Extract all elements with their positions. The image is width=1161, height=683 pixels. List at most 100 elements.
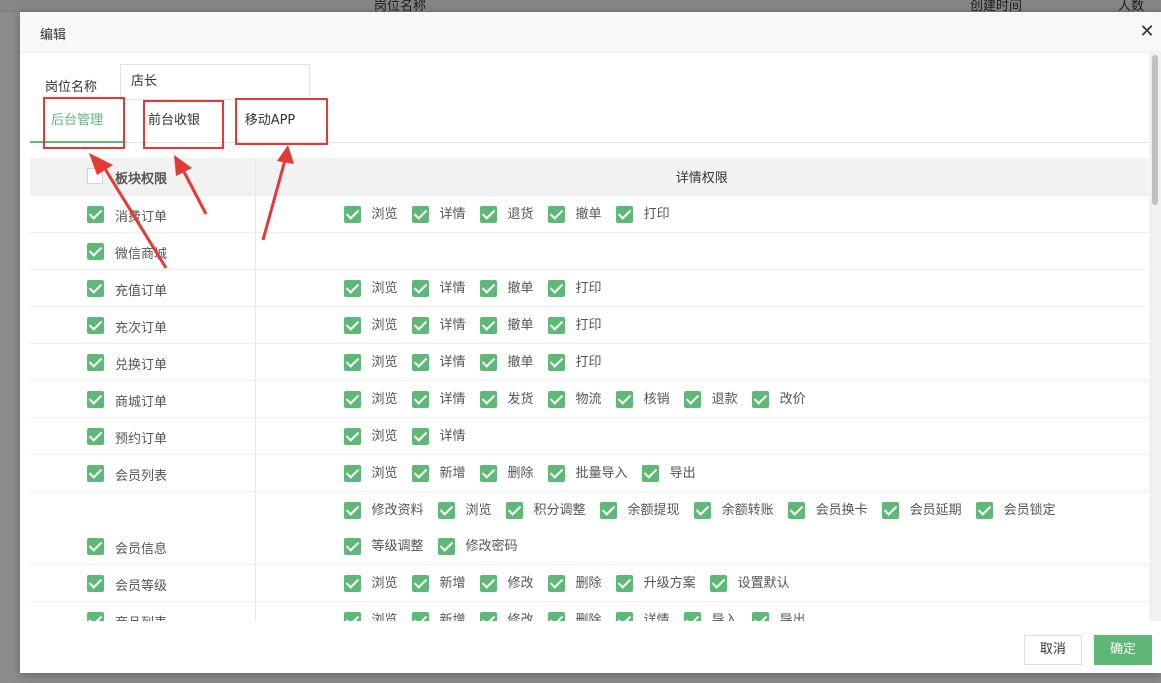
permission-checkbox[interactable]: 浏览 xyxy=(343,574,398,593)
permission-checkbox[interactable]: 撤单 xyxy=(479,316,534,335)
permission-label: 余额提现 xyxy=(627,502,680,518)
scrollbar-thumb[interactable] xyxy=(1152,55,1158,205)
checkmark-icon xyxy=(479,205,497,223)
permission-checkbox[interactable]: 删除 xyxy=(547,611,602,621)
permission-group: 浏览 详情 退货 撤单 打印 xyxy=(343,205,684,224)
permission-checkbox[interactable]: 浏览 xyxy=(343,390,398,409)
checkmark-icon xyxy=(87,574,104,592)
checkmark-icon xyxy=(615,205,633,223)
permission-group: 浏览 新增 修改 删除 详情 导入 导出 xyxy=(343,611,820,621)
module-cell: 会员信息 xyxy=(30,491,256,565)
permission-label: 打印 xyxy=(575,354,602,370)
permission-label: 会员换卡 xyxy=(815,502,868,518)
checkmark-icon xyxy=(87,242,104,260)
permission-checkbox[interactable]: 详情 xyxy=(411,353,466,372)
permission-checkbox[interactable]: 退货 xyxy=(479,205,534,224)
permission-checkbox[interactable]: 详情 xyxy=(411,427,466,446)
checkmark-icon xyxy=(87,537,104,555)
permission-row: 会员等级 浏览 新增 修改 删除 升级方案 设置默认 xyxy=(30,564,1148,602)
permission-checkbox[interactable]: 撤单 xyxy=(547,205,602,224)
close-icon[interactable]: ✕ xyxy=(1137,22,1157,42)
permission-checkbox[interactable]: 详情 xyxy=(615,611,670,621)
permission-label: 核销 xyxy=(643,391,670,407)
position-name-input[interactable]: 店长 xyxy=(120,64,310,100)
permission-checkbox[interactable]: 会员延期 xyxy=(881,501,962,520)
permission-checkbox[interactable]: 导出 xyxy=(641,464,696,483)
permission-row: 消费订单 浏览 详情 退货 撤单 打印 xyxy=(30,195,1148,233)
confirm-button[interactable]: 确定 xyxy=(1093,635,1152,665)
permission-checkbox[interactable]: 详情 xyxy=(411,316,466,335)
permission-checkbox[interactable]: 积分调整 xyxy=(505,501,586,520)
permission-checkbox[interactable]: 修改 xyxy=(479,611,534,621)
checkmark-icon xyxy=(787,501,805,519)
permission-label: 新增 xyxy=(439,465,466,481)
permission-checkbox[interactable]: 发货 xyxy=(479,390,534,409)
permission-checkbox[interactable]: 浏览 xyxy=(437,501,492,520)
permission-checkbox[interactable]: 改价 xyxy=(751,390,806,409)
permission-checkbox[interactable]: 修改 xyxy=(479,574,534,593)
checkmark-icon xyxy=(693,501,711,519)
permission-checkbox[interactable]: 删除 xyxy=(479,464,534,483)
select-all-checkbox[interactable] xyxy=(87,168,103,184)
permission-checkbox[interactable]: 详情 xyxy=(411,205,466,224)
permission-checkbox[interactable]: 打印 xyxy=(547,353,602,372)
permission-checkbox[interactable]: 余额转账 xyxy=(693,501,774,520)
permission-checkbox[interactable]: 新增 xyxy=(411,464,466,483)
permission-checkbox[interactable]: 批量导入 xyxy=(547,464,628,483)
checkmark-icon xyxy=(479,316,497,334)
checkmark-icon xyxy=(87,611,104,621)
permission-checkbox[interactable]: 新增 xyxy=(411,611,466,621)
permission-checkbox[interactable]: 会员锁定 xyxy=(975,501,1056,520)
permission-checkbox[interactable]: 撤单 xyxy=(479,279,534,298)
permission-row: 商品列表 浏览 新增 修改 删除 详情 导入 导出 xyxy=(30,601,1148,621)
permission-checkbox[interactable]: 打印 xyxy=(615,205,670,224)
checkmark-icon xyxy=(479,279,497,297)
permission-checkbox[interactable]: 导入 xyxy=(683,611,738,621)
cancel-button[interactable]: 取消 xyxy=(1023,635,1082,665)
permission-checkbox[interactable]: 余额提现 xyxy=(599,501,680,520)
module-cell: 兑换订单 xyxy=(30,343,256,381)
permission-checkbox[interactable]: 物流 xyxy=(547,390,602,409)
permission-checkbox[interactable]: 浏览 xyxy=(343,611,398,621)
permission-checkbox[interactable]: 详情 xyxy=(411,279,466,298)
permission-label: 撤单 xyxy=(507,280,534,296)
permission-checkbox[interactable]: 修改资料 xyxy=(343,501,424,520)
dialog-title: 编辑 xyxy=(40,28,67,43)
dialog-titlebar: 编辑 ✕ xyxy=(20,12,1161,53)
checkmark-icon xyxy=(87,316,104,334)
permission-table-header: 板块权限 详情权限 xyxy=(30,158,1148,196)
permission-checkbox[interactable]: 升级方案 xyxy=(615,574,696,593)
permission-label: 浏览 xyxy=(371,391,398,407)
permission-checkbox[interactable]: 浏览 xyxy=(343,205,398,224)
permission-checkbox[interactable]: 核销 xyxy=(615,390,670,409)
checkmark-icon xyxy=(411,574,429,592)
checkmark-icon xyxy=(547,205,565,223)
permission-checkbox[interactable]: 导出 xyxy=(751,611,806,621)
permission-checkbox[interactable]: 打印 xyxy=(547,316,602,335)
dialog-scrollbar[interactable] xyxy=(1149,53,1161,621)
checkmark-icon xyxy=(479,574,497,592)
permission-label: 新增 xyxy=(439,575,466,591)
permission-checkbox[interactable]: 删除 xyxy=(547,574,602,593)
permission-checkbox[interactable]: 浏览 xyxy=(343,279,398,298)
permission-row: 兑换订单 浏览 详情 撤单 打印 xyxy=(30,343,1148,381)
permission-checkbox[interactable]: 浏览 xyxy=(343,464,398,483)
checkmark-icon xyxy=(547,353,565,371)
permission-checkbox[interactable]: 浏览 xyxy=(343,353,398,372)
permission-checkbox[interactable]: 详情 xyxy=(411,390,466,409)
permission-checkbox[interactable]: 浏览 xyxy=(343,316,398,335)
permission-checkbox[interactable]: 新增 xyxy=(411,574,466,593)
permission-checkbox[interactable]: 浏览 xyxy=(343,427,398,446)
permission-checkbox[interactable]: 等级调整 xyxy=(343,537,424,556)
permission-checkbox[interactable]: 设置默认 xyxy=(709,574,790,593)
checkmark-icon xyxy=(437,537,455,555)
checkmark-icon xyxy=(615,611,633,621)
permission-checkbox[interactable]: 修改密码 xyxy=(437,537,518,556)
permission-checkbox[interactable]: 打印 xyxy=(547,279,602,298)
permission-label: 撤单 xyxy=(575,206,602,222)
permission-checkbox[interactable]: 撤单 xyxy=(479,353,534,372)
permission-group: 浏览 详情 撤单 打印 xyxy=(343,316,616,335)
permission-label: 浏览 xyxy=(371,317,398,333)
permission-checkbox[interactable]: 退款 xyxy=(683,390,738,409)
permission-checkbox[interactable]: 会员换卡 xyxy=(787,501,868,520)
